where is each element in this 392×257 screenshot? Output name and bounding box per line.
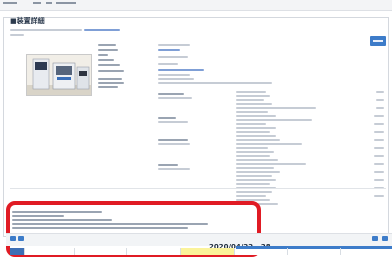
calendar-column[interactable] [24, 248, 25, 255]
category-label [158, 117, 176, 119]
info-value [158, 78, 194, 80]
category-sublabel [158, 97, 192, 99]
parameter-line [236, 191, 272, 193]
parameter-line [236, 159, 278, 161]
unit-value [374, 131, 384, 133]
category-sublabel [158, 143, 190, 145]
description-link[interactable] [84, 29, 120, 31]
info-label [98, 49, 118, 51]
calendar-column[interactable] [126, 248, 127, 255]
calendar-day-header [236, 246, 392, 249]
unit-value [374, 139, 384, 141]
parameter-line [236, 163, 306, 165]
info-label [98, 59, 114, 61]
calendar-column[interactable] [340, 248, 341, 255]
parameter-line [236, 119, 312, 121]
breadcrumb-link[interactable] [56, 2, 76, 4]
info-label [98, 78, 122, 80]
today-column-highlight [180, 248, 234, 255]
parameter-line [236, 167, 274, 169]
parameter-line [236, 111, 268, 113]
breadcrumb-link[interactable] [3, 2, 17, 4]
unit-value [374, 115, 384, 117]
parameter-line [236, 175, 272, 177]
parameter-line [236, 115, 276, 117]
parameter-line [236, 139, 280, 141]
breadcrumb-link[interactable] [46, 2, 52, 4]
parameter-line [236, 99, 264, 101]
parameter-line [236, 143, 302, 145]
prev-page-button[interactable] [372, 236, 378, 241]
description-line [10, 34, 24, 36]
info-label [98, 54, 108, 56]
parameter-line [236, 131, 270, 133]
info-label [98, 44, 116, 46]
parameter-line [236, 155, 270, 157]
info-value [158, 63, 178, 65]
section-divider [10, 188, 386, 189]
info-value [158, 44, 190, 46]
instrument-photo [26, 54, 92, 96]
description-line [10, 29, 82, 31]
parameter-line [236, 135, 276, 137]
parameter-line [236, 103, 272, 105]
unit-value [374, 179, 384, 181]
calendar-column[interactable] [74, 248, 75, 255]
category-label [158, 93, 184, 95]
unit-value [374, 163, 384, 165]
parameter-line [236, 147, 268, 149]
parameter-line [236, 91, 266, 93]
today-button[interactable] [18, 236, 24, 241]
unit-value [376, 99, 384, 101]
info-label [98, 86, 118, 88]
category-label [158, 139, 188, 141]
info-value [158, 82, 272, 84]
action-button[interactable] [370, 36, 386, 46]
unit-value [376, 91, 384, 93]
calendar-column[interactable] [180, 248, 181, 255]
category-sublabel [158, 168, 190, 170]
info-label [98, 70, 124, 72]
info-value [158, 74, 190, 76]
category-label [158, 164, 178, 166]
parameter-line [236, 107, 316, 109]
calendar-column[interactable] [287, 248, 288, 255]
unit-value [374, 195, 384, 197]
parameter-line [236, 123, 266, 125]
unit-value [374, 155, 384, 157]
info-value [158, 56, 188, 58]
calendar-column[interactable] [234, 248, 235, 255]
unit-value [374, 123, 384, 125]
parameter-line [236, 95, 270, 97]
info-value-link[interactable] [158, 49, 180, 51]
instrument-image [27, 55, 91, 95]
unit-value [374, 147, 384, 149]
info-value-link[interactable] [158, 69, 204, 71]
parameter-line [236, 179, 276, 181]
page-title: ■装置詳細 [10, 17, 45, 25]
parameter-line [236, 195, 266, 197]
time-row-header [10, 248, 24, 255]
parameter-line [236, 183, 270, 185]
info-label [98, 82, 124, 84]
unit-value [376, 107, 384, 109]
parameter-line [236, 151, 274, 153]
breadcrumb [0, 0, 392, 11]
parameter-line [236, 171, 280, 173]
parameter-line [236, 127, 276, 129]
next-week-button[interactable] [382, 236, 388, 241]
category-sublabel [158, 121, 188, 123]
info-label [98, 64, 120, 66]
calendar-toolbar [6, 233, 392, 246]
breadcrumb-link[interactable] [33, 2, 41, 4]
unit-value [374, 171, 384, 173]
prev-week-button[interactable] [10, 236, 16, 241]
